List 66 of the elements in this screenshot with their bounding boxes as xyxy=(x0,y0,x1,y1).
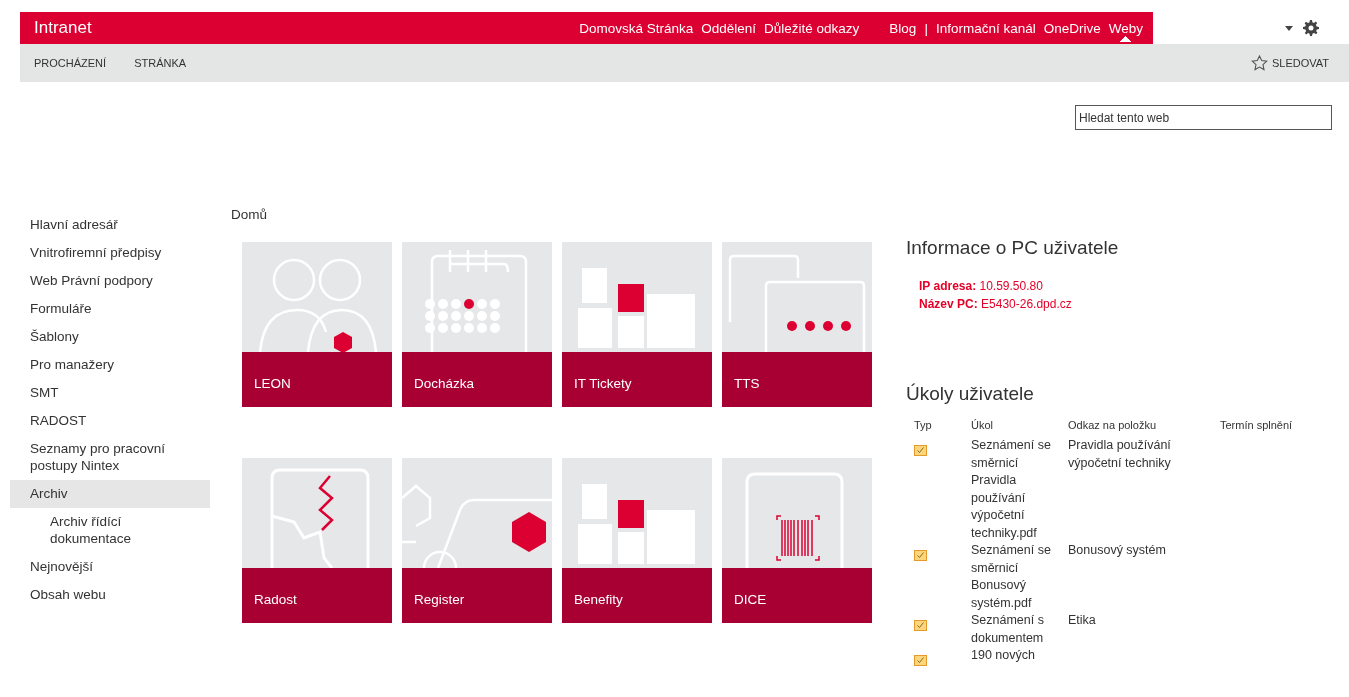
sidebar-item[interactable]: Vnitrofiremní předpisy xyxy=(10,239,210,267)
sidebar-item[interactable]: Hlavní adresář xyxy=(10,211,210,239)
info-value: 10.59.50.80 xyxy=(979,279,1043,293)
search-field[interactable]: Hledat tento web xyxy=(1075,105,1332,130)
nav-link[interactable]: Důležité odkazy xyxy=(764,14,860,42)
task-name[interactable]: Seznámení se směrnicí Bonusový systém.pdf xyxy=(971,542,1056,612)
sidebar-item[interactable]: Formuláře xyxy=(10,295,210,323)
dropdown-caret-icon[interactable] xyxy=(1285,25,1293,31)
tile-label: Register xyxy=(414,592,465,607)
tile-label: Radost xyxy=(254,592,297,607)
sidebar-item[interactable]: Pro manažery xyxy=(10,351,210,379)
task-icon[interactable] xyxy=(914,445,927,456)
tile-label: IT Tickety xyxy=(574,376,632,391)
nav-separator: | xyxy=(924,20,928,36)
info-label: Název PC: xyxy=(919,297,978,311)
sidebar-item[interactable]: RADOST xyxy=(10,407,210,435)
task-icon[interactable] xyxy=(914,620,927,631)
sidebar-subitem[interactable]: Archiv řídící dokumentace xyxy=(10,508,160,553)
section-heading: Informace o PC uživatele xyxy=(906,237,1120,259)
nav-link[interactable]: Blog xyxy=(889,14,917,42)
sidebar-item[interactable]: SMT xyxy=(10,379,210,407)
settings-icon[interactable] xyxy=(1303,20,1319,36)
item-link[interactable]: Pravidla používání výpočetní techniky xyxy=(1068,437,1208,472)
tile-label: Benefity xyxy=(574,592,623,607)
nav-link[interactable]: OneDrive xyxy=(1043,14,1101,42)
nav-link[interactable]: Oddělení xyxy=(701,14,757,42)
app-tile[interactable]: Benefity xyxy=(562,458,712,623)
column-header[interactable]: Odkaz na položku xyxy=(1060,419,1212,437)
app-tile[interactable]: Docházka xyxy=(402,242,552,407)
sidebar-item[interactable]: Web Právní podpory xyxy=(10,267,210,295)
tile-label: TTS xyxy=(734,376,760,391)
follow-link[interactable]: SLEDOVAT xyxy=(1271,57,1329,69)
column-header[interactable]: Termín splnění xyxy=(1212,419,1301,437)
ribbon-tab[interactable]: PROCHÁZENÍ xyxy=(34,57,107,69)
star-icon[interactable] xyxy=(1250,55,1268,71)
app-tile[interactable]: DICE xyxy=(722,458,872,623)
column-header[interactable]: Úkol xyxy=(963,419,1060,437)
sidebar-item[interactable]: Šablony xyxy=(10,323,210,351)
breadcrumb[interactable]: Domů xyxy=(231,207,886,222)
info-value: E5430-26.dpd.cz xyxy=(981,297,1072,311)
item-link[interactable]: Etika xyxy=(1068,612,1208,630)
nav-link[interactable]: Informační kanál xyxy=(935,14,1036,42)
tile-label: DICE xyxy=(734,592,767,607)
sidebar-item[interactable]: Nejnovější xyxy=(10,553,210,581)
sidebar-item[interactable]: Obsah webu xyxy=(10,581,210,609)
task-icon[interactable] xyxy=(914,550,927,561)
task-name[interactable]: Seznámení se směrnicí Pravidla používání výpočetní techniky.pdf xyxy=(971,437,1056,542)
column-header[interactable]: Typ xyxy=(906,419,963,437)
task-name[interactable]: Seznámení s dokumentem xyxy=(971,612,1056,647)
task-name[interactable]: 190 nových xyxy=(971,647,1056,665)
task-icon[interactable] xyxy=(914,655,927,666)
tile-label: LEON xyxy=(254,376,291,391)
item-link[interactable]: Bonusový systém xyxy=(1068,542,1208,560)
sidebar-item[interactable]: Seznamy pro pracovní postupy Nintex xyxy=(10,435,210,480)
app-tile[interactable]: Radost xyxy=(242,458,392,623)
app-tile[interactable]: IT Tickety xyxy=(562,242,712,407)
ribbon-tab[interactable]: STRÁNKA xyxy=(134,57,187,69)
tile-label: Docházka xyxy=(414,376,475,391)
site-title[interactable]: Intranet xyxy=(34,18,580,38)
section-heading: Úkoly uživatele xyxy=(906,383,1035,405)
sidebar-item[interactable]: Archiv xyxy=(10,480,210,508)
app-tile[interactable]: Register xyxy=(402,458,552,623)
app-tile[interactable]: LEON xyxy=(242,242,392,407)
app-tile[interactable]: TTS xyxy=(722,242,872,407)
info-label: IP adresa: xyxy=(919,279,977,293)
nav-link[interactable]: Domovská Stránka xyxy=(579,14,694,42)
